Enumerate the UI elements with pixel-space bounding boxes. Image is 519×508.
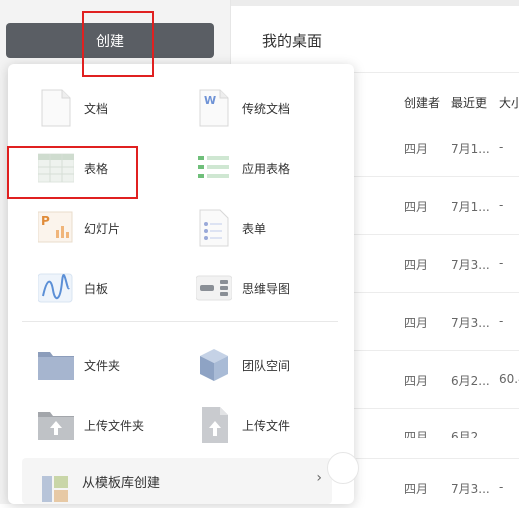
menu-item-label: 传统文档: [242, 101, 291, 116]
menu-item-folder[interactable]: 文件夹: [38, 345, 120, 385]
menu-item-label: 表格: [84, 161, 109, 176]
row-divider: [340, 458, 519, 459]
upload-file-icon: [196, 405, 232, 445]
column-header-creator[interactable]: 创建者: [404, 94, 440, 111]
mindmap-icon: [195, 268, 233, 308]
menu-item-form[interactable]: 表单: [196, 208, 266, 248]
folder-icon: [38, 345, 74, 385]
menu-item-doc[interactable]: 文档: [38, 88, 108, 128]
page-title: 我的桌面: [262, 32, 323, 50]
top-strip: [231, 0, 519, 6]
row-date: 6月2...: [451, 430, 490, 438]
menu-item-team-space[interactable]: 团队空间: [196, 345, 290, 385]
column-header-modified[interactable]: 最近更: [451, 94, 487, 111]
row-date: 7月3...: [451, 316, 490, 330]
table-row[interactable]: 四月 6月2...: [404, 424, 519, 438]
row-date: 7月1...: [451, 142, 490, 156]
row-size: -: [499, 256, 504, 270]
row-creator: 四月: [404, 482, 429, 496]
menu-item-upload-folder[interactable]: 上传文件夹: [38, 405, 144, 445]
row-creator: 四月: [404, 200, 429, 214]
row-size: -: [499, 198, 504, 212]
menu-item-app-sheet[interactable]: 应用表格: [196, 148, 290, 188]
row-creator: 四月: [404, 374, 429, 388]
menu-divider: [22, 321, 338, 322]
row-size: -: [499, 140, 504, 154]
menu-item-label: 文件夹: [84, 358, 121, 373]
slides-icon: P: [37, 208, 74, 248]
row-creator: 四月: [404, 316, 429, 330]
row-divider: [340, 350, 519, 351]
row-divider: [340, 234, 519, 235]
menu-item-label: 表单: [242, 221, 267, 236]
sheet-icon: [37, 148, 75, 188]
scroll-handle[interactable]: [327, 452, 359, 484]
form-icon: [196, 208, 232, 248]
team-space-icon: [196, 345, 232, 385]
row-date: 6月2...: [451, 374, 490, 388]
menu-item-label: 幻灯片: [84, 221, 121, 236]
whiteboard-icon: [37, 268, 74, 308]
menu-item-label: 上传文件: [242, 418, 291, 433]
app-sheet-icon: [196, 148, 232, 188]
template-library-button[interactable]: 从模板库创建 ›: [22, 458, 332, 504]
row-creator: 四月: [404, 258, 429, 272]
menu-item-upload-file[interactable]: 上传文件: [196, 405, 290, 445]
chevron-right-icon: ›: [316, 470, 322, 486]
menu-item-sheet[interactable]: 表格: [37, 148, 109, 188]
template-icon: [40, 474, 70, 504]
row-creator: 四月: [404, 430, 429, 438]
menu-item-label: 文档: [84, 101, 109, 116]
upload-folder-icon: [38, 405, 74, 445]
row-date: 7月3...: [451, 258, 490, 272]
menu-item-label: 应用表格: [242, 161, 291, 176]
menu-item-label: 团队空间: [242, 358, 291, 373]
row-date: 7月1...: [451, 200, 490, 214]
menu-item-label: 上传文件夹: [84, 418, 145, 433]
menu-item-slides[interactable]: P 幻灯片: [37, 208, 121, 248]
menu-item-whiteboard[interactable]: 白板: [37, 268, 109, 308]
row-date: 7月3...: [451, 482, 490, 496]
row-divider: [340, 176, 519, 177]
row-size: -: [499, 314, 504, 328]
template-library-label: 从模板库创建: [82, 476, 161, 491]
row-divider: [340, 408, 519, 409]
row-divider: [340, 292, 519, 293]
row-size: 60.4: [499, 372, 519, 386]
column-header-size[interactable]: 大小: [499, 94, 519, 111]
ppt-letter: P: [41, 214, 50, 228]
create-button[interactable]: 创建: [6, 23, 214, 58]
word-doc-icon: W: [196, 88, 232, 128]
menu-item-mindmap[interactable]: 思维导图: [195, 268, 291, 308]
row-size: -: [499, 480, 504, 494]
menu-item-label: 白板: [84, 281, 109, 296]
row-creator: 四月: [404, 142, 429, 156]
create-menu: 文档 W 传统文档 表格 应用表格 P 幻灯片 表单 白板 思维导图 文件夹 团…: [8, 64, 354, 504]
menu-item-word-doc[interactable]: W 传统文档: [196, 88, 290, 128]
word-letter: W: [204, 94, 216, 107]
menu-item-label: 思维导图: [242, 281, 291, 296]
doc-icon: [38, 88, 74, 128]
